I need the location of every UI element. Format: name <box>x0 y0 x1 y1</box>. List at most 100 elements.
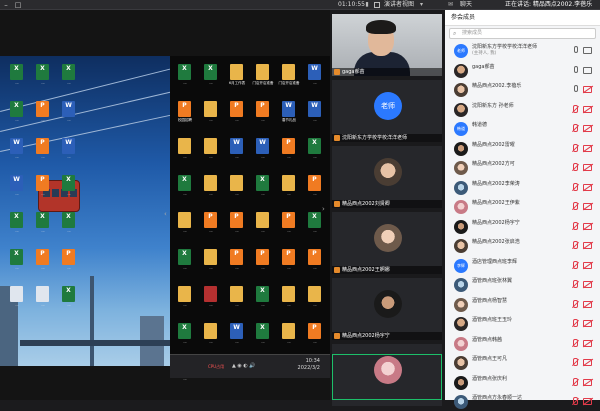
camera-off-icon[interactable] <box>583 378 592 386</box>
desktop-file-icon[interactable] <box>36 286 49 302</box>
member-row[interactable]: 精品西点2002李荣涛 <box>445 179 600 197</box>
member-row[interactable]: 酒管西点班张林翼 <box>445 276 600 294</box>
desktop-file-icon[interactable] <box>308 286 321 302</box>
tray-icons[interactable]: ▲ ◉ ◐ 🔊 <box>232 363 256 369</box>
desktop-file-icon[interactable]: X <box>10 101 23 117</box>
camera-off-icon[interactable] <box>583 222 592 230</box>
desktop-file-icon[interactable]: X <box>62 175 75 191</box>
microphone-icon[interactable] <box>574 46 578 53</box>
desktop-file-icon[interactable]: W <box>62 101 75 117</box>
desktop-file-icon[interactable]: P <box>204 212 217 228</box>
camera-off-icon[interactable] <box>583 359 592 366</box>
camera-off-icon[interactable] <box>583 125 592 132</box>
desktop-file-icon[interactable]: X <box>308 138 321 154</box>
desktop-file-icon[interactable]: X <box>10 249 23 265</box>
desktop-file-icon[interactable]: X <box>10 64 23 80</box>
desktop-file-icon[interactable] <box>204 249 217 265</box>
microphone-muted-icon[interactable] <box>571 280 578 289</box>
microphone-muted-icon[interactable] <box>571 182 578 192</box>
desktop-file-icon[interactable]: X <box>204 64 217 80</box>
microphone-icon[interactable] <box>574 65 578 73</box>
member-row[interactable]: 精品西点2002张启浩 <box>445 237 600 255</box>
camera-off-icon[interactable] <box>583 281 592 288</box>
desktop-file-icon[interactable]: X <box>62 64 75 80</box>
desktop-file-icon[interactable]: X <box>62 212 75 228</box>
desktop-file-icon[interactable]: P <box>308 323 321 339</box>
member-row[interactable]: 酒管西点张庆利 <box>445 374 600 392</box>
desktop-file-icon[interactable]: W <box>230 323 243 339</box>
desktop-file-icon[interactable] <box>204 101 217 117</box>
desktop-file-icon[interactable]: P <box>308 175 321 191</box>
camera-off-icon[interactable] <box>583 164 592 171</box>
desktop-file-icon[interactable]: P <box>230 212 243 228</box>
desktop-file-icon[interactable] <box>204 175 217 191</box>
microphone-muted-icon[interactable] <box>571 163 578 172</box>
microphone-muted-icon[interactable] <box>571 358 578 367</box>
member-row[interactable]: gaga郝苗 <box>445 62 600 80</box>
desktop-file-icon[interactable]: P <box>178 101 191 117</box>
microphone-muted-icon[interactable] <box>571 202 578 211</box>
member-row[interactable]: 李辉 酒店管理西点班李辉 <box>445 257 600 275</box>
desktop-file-icon[interactable] <box>204 323 217 339</box>
camera-off-icon[interactable] <box>583 144 592 152</box>
member-row[interactable]: 精品西点2002王伊紫 <box>445 198 600 216</box>
desktop-file-icon[interactable]: P <box>230 249 243 265</box>
microphone-muted-icon[interactable] <box>571 299 578 309</box>
microphone-muted-icon[interactable] <box>571 377 578 387</box>
desktop-file-icon[interactable] <box>178 212 191 228</box>
camera-off-icon[interactable] <box>583 203 592 210</box>
desktop-file-icon[interactable]: W <box>230 138 243 154</box>
desktop-file-icon[interactable]: W <box>256 138 269 154</box>
member-row[interactable]: 精品西点2002方可 <box>445 159 600 177</box>
desktop-file-icon[interactable]: P <box>256 101 269 117</box>
desktop-file-icon[interactable]: P <box>36 175 49 191</box>
desktop-file-icon[interactable] <box>178 286 191 302</box>
member-search-input[interactable]: ⌕ 搜索成员 <box>449 28 596 39</box>
microphone-muted-icon[interactable] <box>571 338 578 348</box>
desktop-file-icon[interactable]: W <box>10 175 23 191</box>
camera-off-icon[interactable] <box>583 300 592 308</box>
desktop-file-icon[interactable]: X <box>308 212 321 228</box>
desktop-file-icon[interactable] <box>230 175 243 191</box>
participant-video-tile[interactable]: 老师 沈阳新东方学校学校洋洋老师 <box>332 80 442 142</box>
desktop-file-icon[interactable] <box>230 286 243 302</box>
participant-video-tile[interactable]: 精品西点2002王婀娜 <box>332 212 442 274</box>
desktop-file-icon[interactable] <box>282 175 295 191</box>
desktop-file-icon[interactable] <box>10 286 23 302</box>
participant-video-tile[interactable]: 精品西点2002杨宇宁 <box>332 278 442 340</box>
desktop-file-icon[interactable]: X <box>256 323 269 339</box>
member-row[interactable]: 沈阳新东方 孙老师 <box>445 101 600 119</box>
desktop-file-icon[interactable] <box>282 323 295 339</box>
maximize-icon[interactable]: □ <box>12 0 24 10</box>
camera-off-icon[interactable] <box>583 320 592 327</box>
desktop-file-icon[interactable]: P <box>256 249 269 265</box>
camera-off-icon[interactable] <box>583 242 592 249</box>
member-row[interactable]: 酒管西点方永春顺一达 <box>445 393 600 411</box>
desktop-file-icon[interactable]: X <box>256 286 269 302</box>
member-row[interactable]: 酒管西点韩茜 <box>445 335 600 353</box>
member-row[interactable]: 精品西点2002杨宇宁 <box>445 218 600 236</box>
microphone-icon[interactable] <box>574 85 578 92</box>
chat-icon[interactable]: ✉ <box>448 0 453 10</box>
participant-video-tile[interactable]: 精品西点2002刘贤卿 <box>332 146 442 208</box>
microphone-muted-icon[interactable] <box>571 143 578 153</box>
camera-off-icon[interactable] <box>583 86 592 93</box>
desktop-file-icon[interactable]: P <box>308 249 321 265</box>
member-row[interactable]: 酒管西点杨智慧 <box>445 296 600 314</box>
microphone-muted-icon[interactable] <box>571 260 578 270</box>
member-row[interactable]: 精品西点2002雷曜 <box>445 140 600 158</box>
desktop-file-icon[interactable] <box>256 64 269 80</box>
camera-off-icon[interactable] <box>583 339 592 347</box>
desktop-file-icon[interactable]: P <box>230 101 243 117</box>
microphone-muted-icon[interactable] <box>571 104 578 114</box>
taskbar-clock[interactable]: 10:34 2022/3/2 <box>298 358 320 372</box>
member-row[interactable]: 精品西点2002.李蓓乐 <box>445 81 600 99</box>
desktop-file-icon[interactable]: W <box>308 64 321 80</box>
microphone-muted-icon[interactable] <box>571 397 578 406</box>
chat-tab[interactable]: 聊天 <box>460 0 472 10</box>
desktop-file-icon[interactable]: W <box>308 101 321 117</box>
desktop-file-icon[interactable]: W <box>10 138 23 154</box>
member-row[interactable]: 韩道 韩道德 <box>445 120 600 138</box>
desktop-file-icon[interactable]: X <box>178 175 191 191</box>
desktop-file-icon[interactable]: X <box>256 175 269 191</box>
